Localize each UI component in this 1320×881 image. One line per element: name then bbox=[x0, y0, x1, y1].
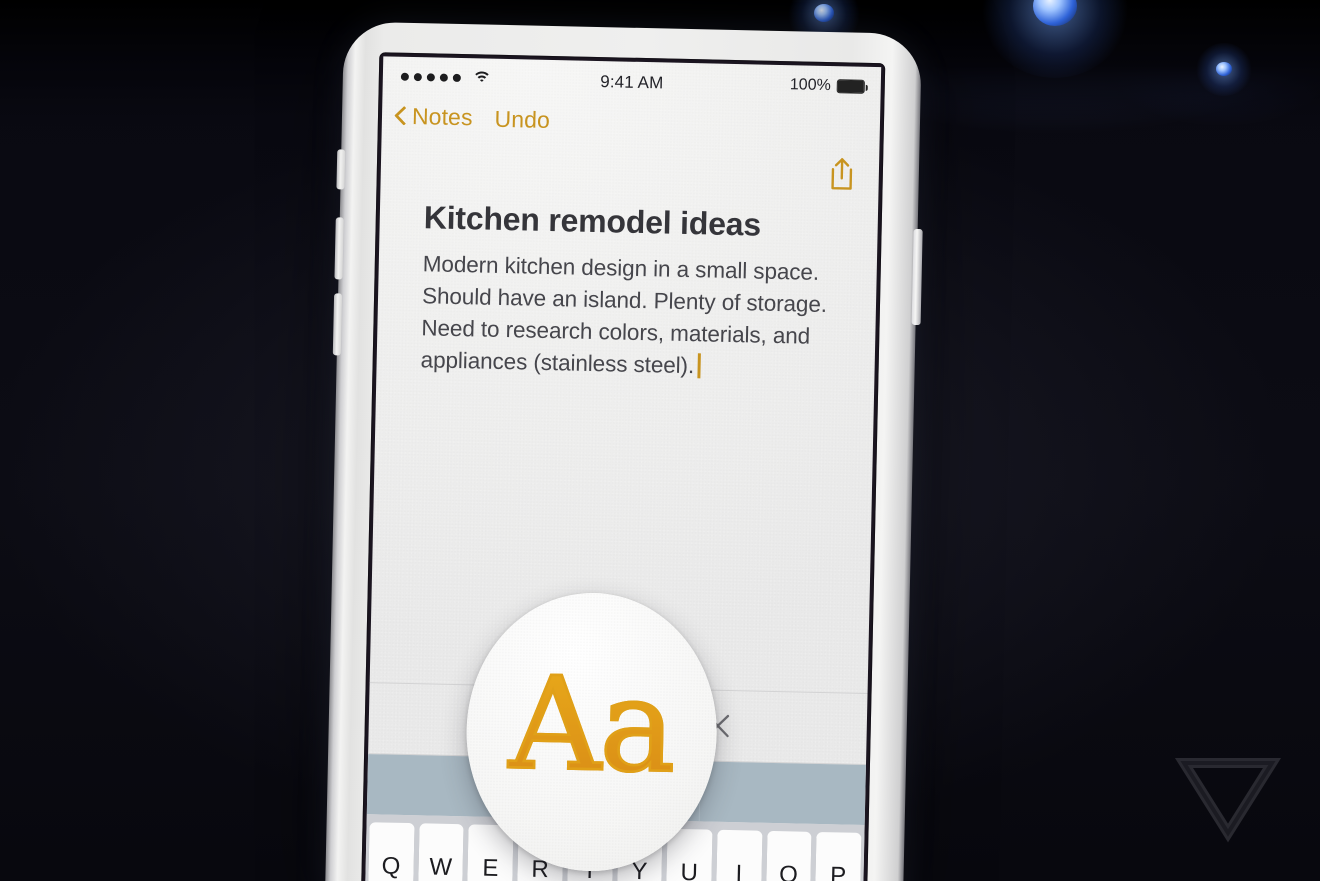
volume-up-button[interactable] bbox=[334, 217, 344, 280]
navigation-bar: Notes Undo bbox=[381, 96, 880, 163]
predictive-suggestion[interactable] bbox=[698, 761, 866, 826]
key-q[interactable]: Q bbox=[368, 822, 415, 881]
battery-percent-label: 100% bbox=[789, 76, 831, 95]
share-button[interactable] bbox=[824, 154, 859, 195]
back-button-label: Notes bbox=[411, 102, 473, 131]
signal-strength-icon bbox=[400, 72, 461, 83]
note-body-text: Modern kitchen design in a small space. … bbox=[420, 248, 847, 385]
verge-logo-watermark bbox=[1172, 749, 1284, 845]
chevron-left-icon bbox=[394, 105, 407, 127]
power-button[interactable] bbox=[911, 228, 923, 326]
screen-bezel: 9:41 AM 100% Notes Undo Kitchen remodel … bbox=[360, 52, 886, 881]
key-p[interactable]: P bbox=[815, 831, 862, 881]
volume-down-button[interactable] bbox=[332, 293, 343, 356]
phone-body: 9:41 AM 100% Notes Undo Kitchen remodel … bbox=[324, 21, 923, 881]
back-to-notes-button[interactable]: Notes bbox=[394, 103, 473, 132]
note-content[interactable]: Kitchen remodel ideas Modern kitchen des… bbox=[420, 199, 848, 385]
undo-button[interactable]: Undo bbox=[494, 105, 550, 134]
iphone-device: 9:41 AM 100% Notes Undo Kitchen remodel … bbox=[324, 21, 944, 881]
key-i[interactable]: I bbox=[715, 829, 763, 881]
aa-glyph: Aa bbox=[506, 648, 677, 803]
battery-indicator: 100% bbox=[790, 76, 865, 96]
wifi-icon bbox=[472, 70, 492, 91]
battery-icon bbox=[836, 79, 865, 94]
note-line: appliances (stainless steel). bbox=[420, 346, 695, 378]
text-caret bbox=[697, 352, 702, 378]
phone-screen: 9:41 AM 100% Notes Undo Kitchen remodel … bbox=[364, 56, 882, 881]
note-title: Kitchen remodel ideas bbox=[423, 199, 762, 243]
share-icon bbox=[824, 154, 859, 195]
key-w[interactable]: W bbox=[417, 823, 464, 881]
mute-switch-button[interactable] bbox=[336, 149, 346, 190]
key-o[interactable]: O bbox=[765, 830, 812, 881]
